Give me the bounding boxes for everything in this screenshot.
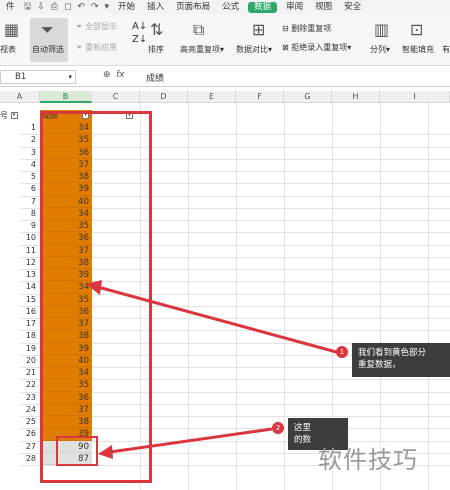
watermark: 软件技巧 <box>318 446 418 474</box>
arrow-head-2 <box>98 445 113 459</box>
arrow-line-1 <box>97 285 341 355</box>
arrow-line-2 <box>109 427 273 454</box>
annotation-arrows <box>86 280 341 459</box>
callout-badge-2: 2 <box>272 422 284 434</box>
callout-badge-1: 1 <box>336 346 348 358</box>
callout-1: 我们看到黄色部分 重复数据， <box>352 343 450 377</box>
arrow-head-1 <box>86 280 102 295</box>
